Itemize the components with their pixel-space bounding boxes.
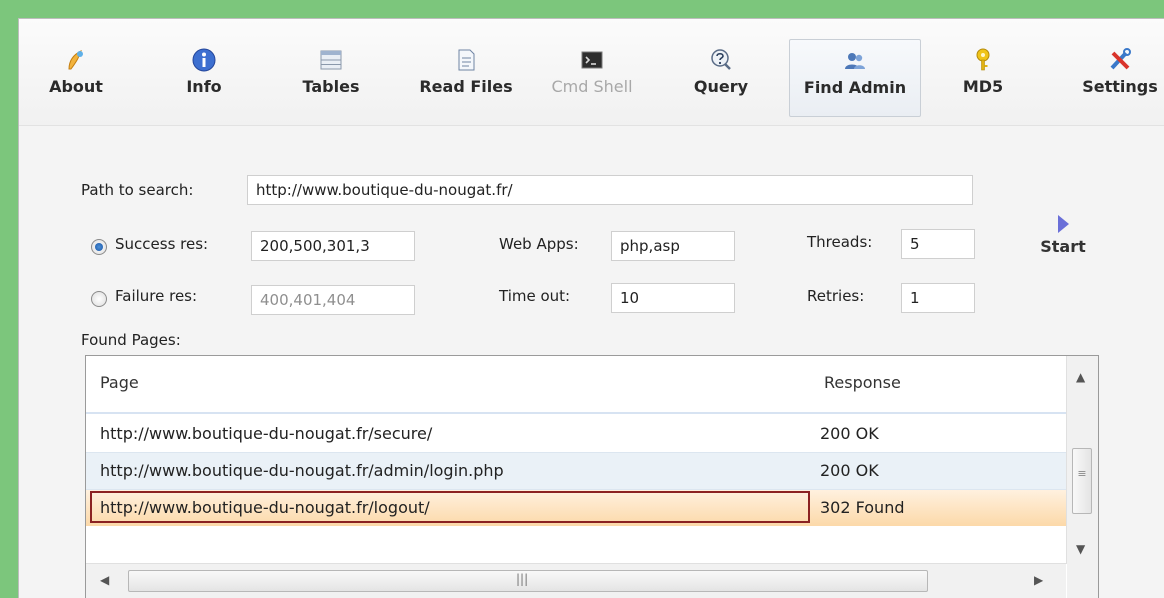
vertical-grip-icon: ≡ xyxy=(1077,467,1087,480)
settings-icon xyxy=(1110,48,1131,70)
table-row-selected[interactable]: http://www.boutique-du-nougat.fr/logout/… xyxy=(86,490,1066,526)
found-pages-table[interactable]: Page Response http://www.boutique-du-nou… xyxy=(85,355,1099,598)
threads-input[interactable]: 5 xyxy=(901,229,975,259)
start-label: Start xyxy=(1040,237,1086,256)
threads-label: Threads: xyxy=(807,233,873,251)
web-apps-label: Web Apps: xyxy=(499,235,579,253)
row-page: http://www.boutique-du-nougat.fr/logout/ xyxy=(100,498,430,517)
cmd-shell-label: Cmd Shell xyxy=(551,77,633,96)
cmd-shell-icon xyxy=(581,51,603,69)
tables-icon xyxy=(320,50,342,70)
md5-label: MD5 xyxy=(962,77,1004,96)
failure-label: Failure res: xyxy=(115,287,198,305)
info-icon xyxy=(192,48,216,72)
md5-icon xyxy=(976,48,990,71)
failure-codes-input[interactable]: 400,401,404 xyxy=(251,285,415,315)
find-admin-button[interactable]: Find Admin xyxy=(789,39,921,117)
start-button[interactable]: Start xyxy=(1035,215,1091,256)
horizontal-scrollbar[interactable]: ◀ ||| ▶ xyxy=(86,563,1066,598)
column-header-response[interactable]: Response xyxy=(824,373,901,392)
row-response: 200 OK xyxy=(820,461,879,480)
scroll-right-icon[interactable]: ▶ xyxy=(1034,573,1043,587)
cmd-shell-button[interactable]: Cmd Shell xyxy=(539,41,645,121)
md5-button[interactable]: MD5 xyxy=(953,41,1013,121)
read-files-button[interactable]: Read Files xyxy=(411,41,521,121)
web-apps-input[interactable]: php,asp xyxy=(611,231,735,261)
table-header: Page Response xyxy=(86,356,1066,414)
path-label: Path to search: xyxy=(81,181,194,199)
row-page: http://www.boutique-du-nougat.fr/secure/ xyxy=(100,424,433,443)
query-button[interactable]: Query xyxy=(683,41,759,121)
path-input[interactable]: http://www.boutique-du-nougat.fr/ xyxy=(247,175,973,205)
about-button[interactable]: About xyxy=(41,41,111,121)
table-row[interactable]: http://www.boutique-du-nougat.fr/secure/… xyxy=(86,416,1066,452)
horizontal-grip-icon: ||| xyxy=(516,572,529,586)
success-label: Success res: xyxy=(115,235,209,253)
time-out-label: Time out: xyxy=(499,287,571,305)
success-radio[interactable] xyxy=(91,239,107,255)
column-header-page[interactable]: Page xyxy=(100,373,139,392)
time-out-input[interactable]: 10 xyxy=(611,283,735,313)
scrollbar-corner xyxy=(1067,564,1098,598)
read-files-label: Read Files xyxy=(419,77,513,96)
find-admin-icon xyxy=(845,53,865,69)
retries-label: Retries: xyxy=(807,287,865,305)
scroll-up-icon[interactable]: ▲ xyxy=(1076,370,1085,384)
retries-input[interactable]: 1 xyxy=(901,283,975,313)
about-label: About xyxy=(49,77,103,96)
read-files-icon xyxy=(458,49,475,71)
find-admin-label: Find Admin xyxy=(803,78,907,97)
success-codes-input[interactable]: 200,500,301,3 xyxy=(251,231,415,261)
failure-radio[interactable] xyxy=(91,291,107,307)
settings-button[interactable]: Settings xyxy=(1077,41,1163,121)
row-response: 302 Found xyxy=(820,498,905,517)
info-button[interactable]: Info xyxy=(169,41,239,121)
row-response: 200 OK xyxy=(820,424,879,443)
query-icon xyxy=(711,49,731,70)
row-page: http://www.boutique-du-nougat.fr/admin/l… xyxy=(100,461,504,480)
tables-button[interactable]: Tables xyxy=(291,41,371,121)
query-label: Query xyxy=(693,77,749,96)
table-row[interactable]: http://www.boutique-du-nougat.fr/admin/l… xyxy=(86,452,1066,490)
info-label: Info xyxy=(186,77,222,96)
scroll-down-icon[interactable]: ▼ xyxy=(1076,542,1085,556)
found-pages-label: Found Pages: xyxy=(81,331,181,349)
app-window: About Info Tables Read Files Cmd Shell Q… xyxy=(18,18,1164,598)
start-icon xyxy=(1057,215,1069,233)
scroll-left-icon[interactable]: ◀ xyxy=(100,573,109,587)
vertical-scroll-thumb[interactable] xyxy=(1072,448,1092,514)
tables-label: Tables xyxy=(302,77,360,96)
settings-label: Settings xyxy=(1082,77,1158,96)
about-icon xyxy=(68,50,83,70)
vertical-scrollbar[interactable]: ▲ ≡ ▼ xyxy=(1066,356,1098,564)
toolbar: About Info Tables Read Files Cmd Shell Q… xyxy=(19,19,1164,126)
